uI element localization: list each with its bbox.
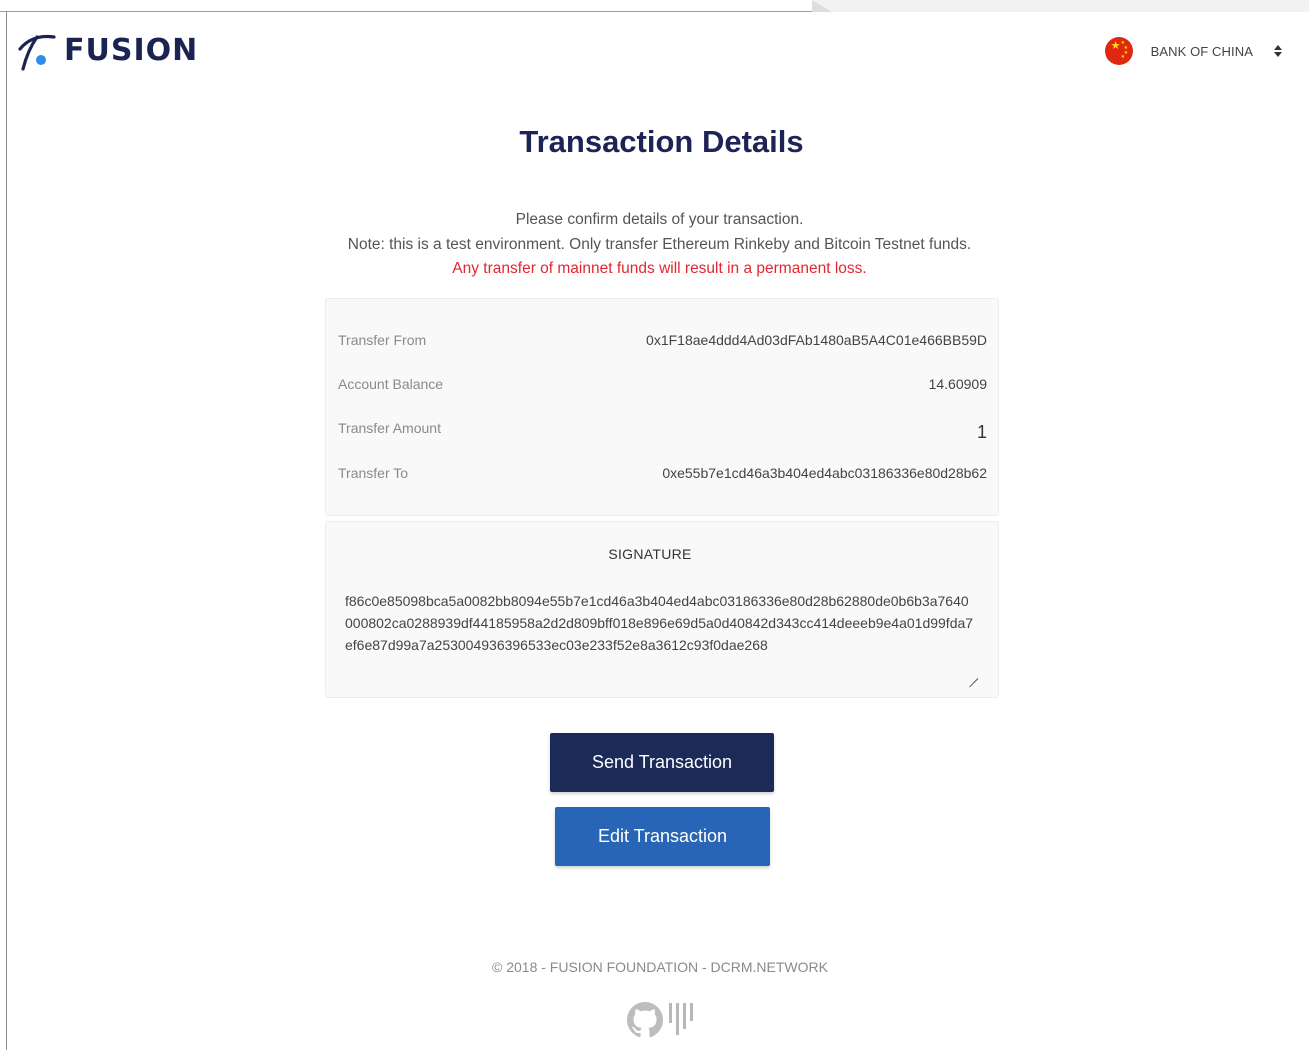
sort-arrows-icon bbox=[1273, 44, 1283, 58]
detail-row-account-balance: Account Balance 14.60909 bbox=[338, 373, 987, 395]
window-frame-left bbox=[6, 11, 7, 1050]
bank-selector[interactable]: ★ ★ ★ ★ ★ BANK OF CHINA bbox=[1104, 36, 1283, 66]
page-title: Transaction Details bbox=[519, 124, 804, 159]
resize-handle-icon[interactable] bbox=[968, 669, 978, 679]
detail-row-transfer-to: Transfer To 0xe55b7e1cd46a3b404ed4abc031… bbox=[338, 462, 987, 484]
detail-row-transfer-from: Transfer From 0x1F18ae4ddd4Ad03dFAb1480a… bbox=[338, 329, 987, 351]
page: FUSION ★ ★ ★ ★ ★ BANK OF CHINA Transacti… bbox=[0, 0, 1309, 1050]
detail-label: Transfer To bbox=[338, 465, 409, 481]
footer-copyright: © 2018 - FUSION FOUNDATION - DCRM.NETWOR… bbox=[492, 959, 828, 975]
notes-line-confirm: Please confirm details of your transacti… bbox=[515, 211, 804, 228]
signature-title: SIGNATURE bbox=[608, 546, 692, 562]
detail-value: 0x1F18ae4ddd4Ad03dFAb1480aB5A4C01e466BB5… bbox=[646, 332, 987, 348]
notes-line-test-environment: Note: this is a test environment. Only t… bbox=[347, 235, 972, 253]
detail-label: Transfer From bbox=[338, 332, 427, 348]
china-flag-icon: ★ ★ ★ ★ ★ bbox=[1104, 37, 1133, 65]
send-transaction-button[interactable]: Send Transaction bbox=[550, 733, 774, 792]
detail-value: 1 bbox=[976, 421, 987, 442]
window-tab-area bbox=[812, 0, 1309, 12]
bank-selector-value: BANK OF CHINA bbox=[1150, 43, 1253, 59]
fusion-logo[interactable]: FUSION bbox=[14, 26, 198, 74]
brand-name: FUSION bbox=[64, 32, 199, 68]
footer-icons bbox=[627, 1000, 693, 1040]
signature-textarea[interactable]: f86c0e85098bca5a0082bb8094e55b7e1cd46a3b… bbox=[345, 590, 975, 656]
transaction-details-card: Transfer From 0x1F18ae4ddd4Ad03dFAb1480a… bbox=[325, 298, 999, 516]
notes-line-warning: Any transfer of mainnet funds will resul… bbox=[452, 260, 867, 277]
signature-card: SIGNATURE f86c0e85098bca5a0082bb8094e55b… bbox=[325, 521, 999, 698]
detail-label: Account Balance bbox=[338, 376, 444, 392]
github-icon[interactable] bbox=[627, 1002, 663, 1038]
detail-value: 14.60909 bbox=[928, 376, 987, 392]
detail-label: Transfer Amount bbox=[338, 420, 441, 436]
detail-row-transfer-amount: Transfer Amount 1 bbox=[338, 417, 987, 442]
transaction-notes: Please confirm details of your transacti… bbox=[0, 208, 1309, 282]
detail-value: 0xe55b7e1cd46a3b404ed4abc03186336e80d28b… bbox=[662, 465, 987, 481]
bars-icon[interactable] bbox=[669, 1003, 693, 1037]
window-frame-top bbox=[0, 11, 812, 12]
fusion-logo-icon bbox=[18, 34, 56, 71]
edit-transaction-button[interactable]: Edit Transaction bbox=[555, 807, 770, 866]
